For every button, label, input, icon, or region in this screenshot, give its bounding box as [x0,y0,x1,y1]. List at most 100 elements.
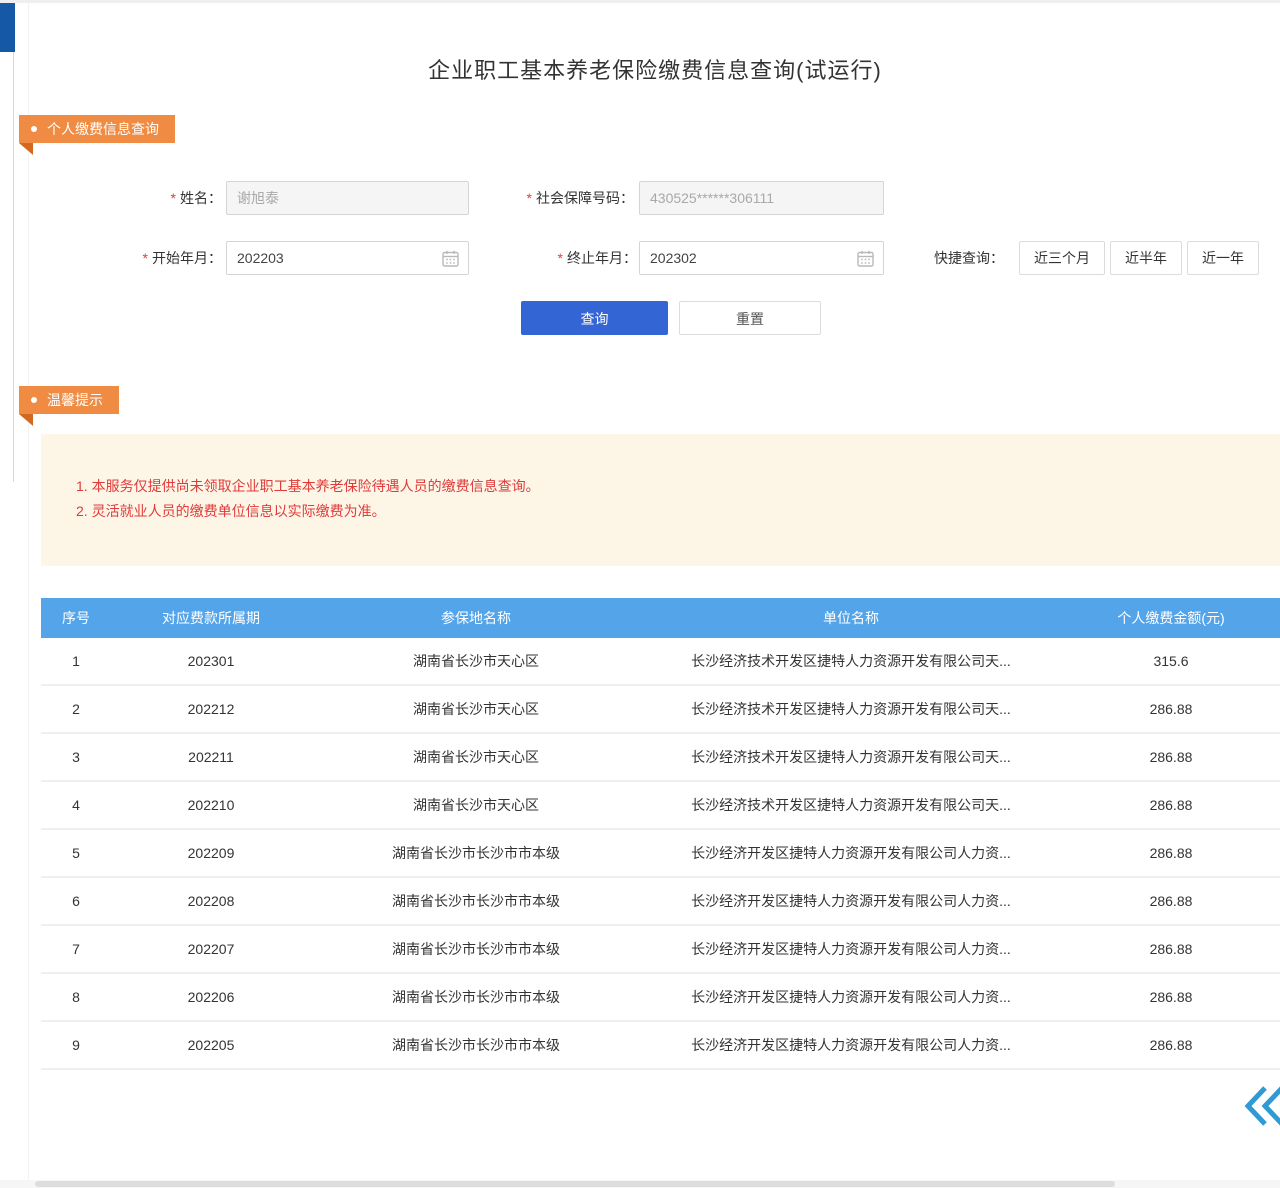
quick-query-option-2[interactable]: 近一年 [1187,241,1259,275]
period-cell: 202207 [111,941,311,957]
row-index: 3 [41,749,111,765]
quick-query-option-1[interactable]: 近半年 [1110,241,1182,275]
bullet-icon [31,126,37,132]
company-cell: 长沙经济技术开发区捷特人力资源开发有限公司天... [641,747,1061,767]
amount-cell: 286.88 [1061,701,1280,717]
region-cell: 湖南省长沙市天心区 [311,747,641,767]
amount-cell: 315.6 [1061,653,1280,669]
period-cell: 202205 [111,1037,311,1053]
quick-query-option-0[interactable]: 近三个月 [1019,241,1105,275]
end-month-label: *终止年月： [499,241,637,275]
table-row: 8202206湖南省长沙市长沙市市本级长沙经济开发区捷特人力资源开发有限公司人力… [41,974,1280,1022]
horizontal-scrollbar-track[interactable] [0,1180,1280,1188]
amount-cell: 286.88 [1061,941,1280,957]
column-header: 个人缴费金额(元) [1061,608,1280,628]
table-row: 2202212湖南省长沙市天心区长沙经济技术开发区捷特人力资源开发有限公司天..… [41,686,1280,734]
query-button[interactable]: 查询 [521,301,668,335]
section-label: 个人缴费信息查询 [47,115,159,143]
company-cell: 长沙经济开发区捷特人力资源开发有限公司人力资... [641,1035,1061,1055]
quick-query-label: 快捷查询： [934,241,1004,275]
sidebar-tab[interactable] [0,3,15,52]
period-cell: 202211 [111,749,311,765]
row-index: 4 [41,797,111,813]
name-field: 谢旭泰 [226,181,469,215]
region-cell: 湖南省长沙市长沙市市本级 [311,987,641,1007]
payment-table: 序号对应费款所属期参保地名称单位名称个人缴费金额(元) 1202301湖南省长沙… [41,598,1280,1070]
company-cell: 长沙经济技术开发区捷特人力资源开发有限公司天... [641,651,1061,671]
company-cell: 长沙经济开发区捷特人力资源开发有限公司人力资... [641,843,1061,863]
table-row: 5202209湖南省长沙市长沙市市本级长沙经济开发区捷特人力资源开发有限公司人力… [41,830,1280,878]
calendar-icon[interactable] [442,250,459,267]
chevron-double-left-icon[interactable] [1244,1083,1280,1129]
amount-cell: 286.88 [1061,797,1280,813]
period-cell: 202301 [111,653,311,669]
region-cell: 湖南省长沙市天心区 [311,795,641,815]
section-header-personal-query: 个人缴费信息查询 [19,115,175,143]
company-cell: 长沙经济开发区捷特人力资源开发有限公司人力资... [641,891,1061,911]
table-row: 7202207湖南省长沙市长沙市市本级长沙经济开发区捷特人力资源开发有限公司人力… [41,926,1280,974]
row-index: 2 [41,701,111,717]
amount-cell: 286.88 [1061,845,1280,861]
company-cell: 长沙经济技术开发区捷特人力资源开发有限公司天... [641,795,1061,815]
table-row: 1202301湖南省长沙市天心区长沙经济技术开发区捷特人力资源开发有限公司天..… [41,638,1280,686]
period-cell: 202208 [111,893,311,909]
column-header: 序号 [41,608,111,628]
notice-line: 2. 灵活就业人员的缴费单位信息以实际缴费为准。 [76,499,1251,524]
required-asterisk: * [143,250,148,266]
quick-query-group: 近三个月近半年近一年 [1014,241,1259,275]
section-label: 温馨提示 [47,386,103,414]
amount-cell: 286.88 [1061,749,1280,765]
sidebar-divider [13,52,14,482]
ssn-field: 430525******306111 [639,181,884,215]
column-header: 单位名称 [641,608,1061,628]
page-title: 企业职工基本养老保险缴费信息查询(试运行) [29,53,1280,85]
row-index: 1 [41,653,111,669]
table-row: 6202208湖南省长沙市长沙市市本级长沙经济开发区捷特人力资源开发有限公司人力… [41,878,1280,926]
period-cell: 202206 [111,989,311,1005]
amount-cell: 286.88 [1061,1037,1280,1053]
row-index: 9 [41,1037,111,1053]
name-label: *姓名： [114,181,222,215]
region-cell: 湖南省长沙市长沙市市本级 [311,1035,641,1055]
required-asterisk: * [527,190,532,206]
notice-line: 1. 本服务仅提供尚未领取企业职工基本养老保险待遇人员的缴费信息查询。 [76,474,1251,499]
row-index: 8 [41,989,111,1005]
ribbon-fold [19,414,33,426]
main-panel: 企业职工基本养老保险缴费信息查询(试运行) 个人缴费信息查询 *姓名： 谢旭泰 … [28,3,1280,1188]
row-index: 6 [41,893,111,909]
notice-panel: 1. 本服务仅提供尚未领取企业职工基本养老保险待遇人员的缴费信息查询。2. 灵活… [41,434,1280,566]
horizontal-scrollbar-thumb[interactable] [35,1181,1115,1187]
table-row: 9202205湖南省长沙市长沙市市本级长沙经济开发区捷特人力资源开发有限公司人力… [41,1022,1280,1070]
amount-cell: 286.88 [1061,893,1280,909]
ssn-label: *社会保障号码： [464,181,634,215]
table-row: 4202210湖南省长沙市天心区长沙经济技术开发区捷特人力资源开发有限公司天..… [41,782,1280,830]
table-row: 3202211湖南省长沙市天心区长沙经济技术开发区捷特人力资源开发有限公司天..… [41,734,1280,782]
period-cell: 202209 [111,845,311,861]
company-cell: 长沙经济开发区捷特人力资源开发有限公司人力资... [641,939,1061,959]
bullet-icon [31,397,37,403]
section-header-tips: 温馨提示 [19,386,119,414]
ribbon-fold [19,143,33,155]
required-asterisk: * [558,250,563,266]
company-cell: 长沙经济开发区捷特人力资源开发有限公司人力资... [641,987,1061,1007]
column-header: 参保地名称 [311,608,641,628]
end-month-input[interactable]: 202302 [639,241,884,275]
start-month-label: *开始年月： [84,241,222,275]
row-index: 7 [41,941,111,957]
collapsed-sidebar [0,3,28,1188]
region-cell: 湖南省长沙市长沙市市本级 [311,891,641,911]
period-cell: 202212 [111,701,311,717]
calendar-icon[interactable] [857,250,874,267]
region-cell: 湖南省长沙市天心区 [311,699,641,719]
reset-button[interactable]: 重置 [679,301,821,335]
table-header-row: 序号对应费款所属期参保地名称单位名称个人缴费金额(元) [41,598,1280,638]
start-month-input[interactable]: 202203 [226,241,469,275]
row-index: 5 [41,845,111,861]
amount-cell: 286.88 [1061,989,1280,1005]
company-cell: 长沙经济技术开发区捷特人力资源开发有限公司天... [641,699,1061,719]
required-asterisk: * [171,190,176,206]
region-cell: 湖南省长沙市长沙市市本级 [311,939,641,959]
period-cell: 202210 [111,797,311,813]
region-cell: 湖南省长沙市长沙市市本级 [311,843,641,863]
column-header: 对应费款所属期 [111,608,311,628]
